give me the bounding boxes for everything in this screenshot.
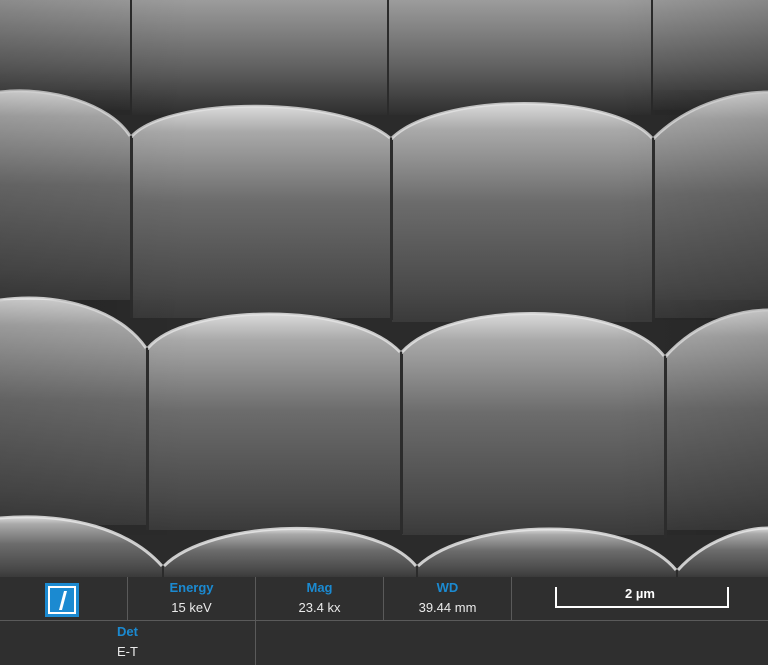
wd-cell: WD 39.44 mm — [384, 577, 512, 621]
sem-image — [0, 0, 768, 577]
microscope-logo-icon — [45, 583, 79, 617]
scale-bar — [555, 587, 729, 608]
logo-cell — [0, 577, 128, 621]
det-cell: Det E-T — [0, 621, 256, 665]
scale-cell: 2 µm — [512, 577, 768, 621]
det-label: Det — [117, 624, 138, 639]
data-bar: Energy 15 keV Mag 23.4 kx WD 39.44 mm 2 … — [0, 577, 768, 665]
energy-label: Energy — [169, 580, 214, 595]
mag-label: Mag — [306, 580, 333, 595]
energy-cell: Energy 15 keV — [128, 577, 256, 621]
wd-label: WD — [436, 580, 459, 595]
sem-screen: Energy 15 keV Mag 23.4 kx WD 39.44 mm 2 … — [0, 0, 768, 665]
mag-cell: Mag 23.4 kx — [256, 577, 384, 621]
lens-row-1 — [0, 89, 768, 322]
wd-value: 39.44 mm — [418, 600, 477, 615]
empty-cell — [256, 621, 768, 665]
lens-row-2 — [0, 296, 768, 538]
mag-value: 23.4 kx — [298, 600, 341, 615]
energy-value: 15 keV — [171, 600, 212, 615]
det-value: E-T — [117, 644, 138, 659]
